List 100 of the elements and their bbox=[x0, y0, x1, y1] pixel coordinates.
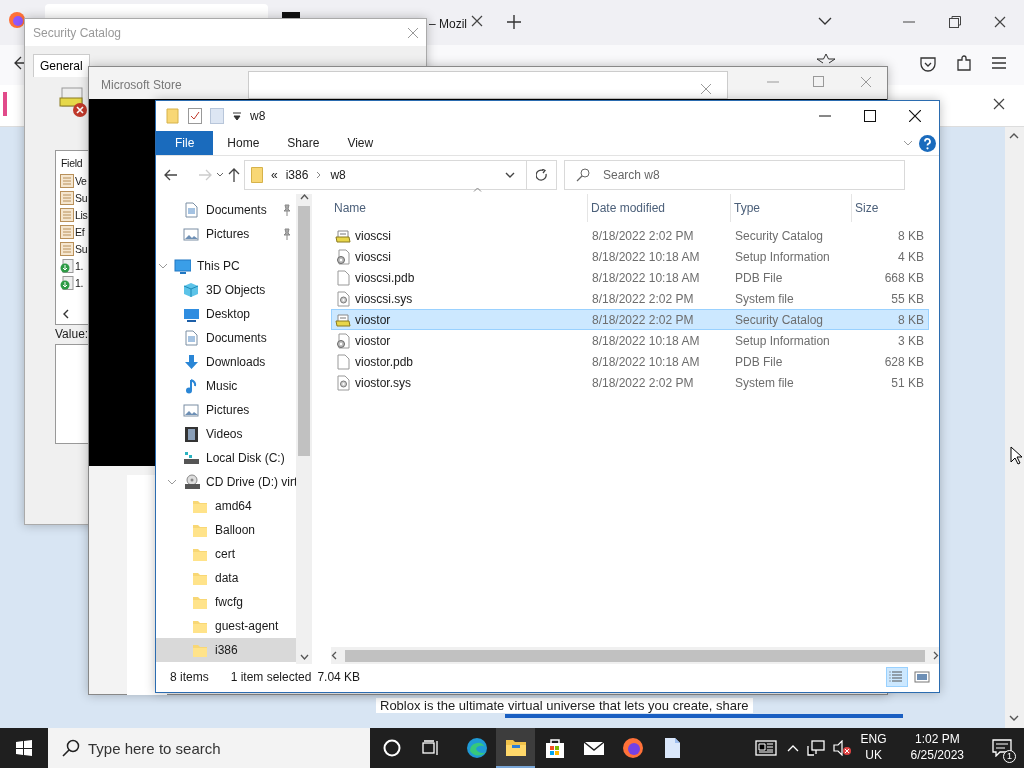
file-row[interactable]: vioscsi.pdb 8/18/2022 10:18 AM PDB File 668 KB bbox=[331, 267, 929, 288]
notification-button[interactable]: 1 bbox=[980, 728, 1024, 768]
tab-title[interactable]: – Mozil bbox=[429, 15, 467, 33]
menu-icon[interactable] bbox=[992, 57, 1006, 69]
field-name: Ef bbox=[75, 225, 85, 240]
scrollbar[interactable] bbox=[296, 194, 312, 664]
up-arrow-icon[interactable] bbox=[228, 168, 240, 182]
bookmark-star-icon[interactable] bbox=[817, 54, 835, 66]
new-tab-icon[interactable] bbox=[507, 15, 521, 29]
nav-item[interactable]: Documents bbox=[156, 198, 296, 222]
tab[interactable]: General bbox=[33, 54, 90, 77]
date-modified: 8/18/2022 2:02 PM bbox=[591, 290, 695, 308]
close-icon[interactable] bbox=[993, 98, 1005, 110]
tab-list-chevron-icon[interactable] bbox=[818, 16, 832, 26]
breadcrumb-overflow[interactable]: « bbox=[271, 166, 278, 184]
search-field[interactable]: Search w8 bbox=[564, 160, 905, 190]
close-icon[interactable] bbox=[994, 16, 1006, 28]
dropdown-chevron-icon[interactable] bbox=[505, 172, 515, 178]
news-icon[interactable] bbox=[754, 740, 777, 756]
breadcrumb-item[interactable]: i386 bbox=[285, 166, 309, 184]
close-icon[interactable] bbox=[909, 110, 921, 122]
scroll-up-icon[interactable] bbox=[1009, 133, 1019, 139]
nav-item[interactable]: Balloon bbox=[156, 518, 296, 542]
nav-item[interactable]: Pictures bbox=[156, 398, 296, 422]
back-icon[interactable] bbox=[164, 169, 178, 181]
folder-icon bbox=[192, 546, 209, 562]
language-indicator[interactable]: ENG UK bbox=[860, 732, 887, 764]
column-header[interactable]: Size bbox=[852, 194, 926, 222]
file-type: System file bbox=[734, 290, 795, 308]
scroll-down-icon[interactable] bbox=[1009, 715, 1019, 721]
nav-item[interactable]: 3D Objects bbox=[156, 278, 296, 302]
disc-drive-icon bbox=[183, 474, 200, 490]
close-icon[interactable] bbox=[471, 15, 483, 27]
monitor-icon bbox=[183, 306, 200, 322]
scroll-thumb[interactable] bbox=[345, 649, 925, 662]
details-view-button[interactable] bbox=[886, 666, 908, 687]
nav-item[interactable]: Downloads bbox=[156, 350, 296, 374]
file-row[interactable]: viostor 8/18/2022 2:02 PM Security Catalog 8 KB bbox=[331, 309, 929, 330]
column-header[interactable]: Type bbox=[731, 194, 852, 222]
refresh-icon[interactable] bbox=[535, 168, 548, 182]
taskbar-app[interactable] bbox=[496, 728, 535, 768]
value-field[interactable] bbox=[55, 344, 88, 444]
nav-item[interactable]: Pictures bbox=[156, 222, 296, 246]
date-modified: 8/18/2022 10:18 AM bbox=[591, 248, 701, 266]
nav-item[interactable]: Videos bbox=[156, 422, 296, 446]
scrollbar[interactable] bbox=[331, 647, 939, 664]
file-row[interactable]: viostor 8/18/2022 10:18 AM Setup Information 3 KB bbox=[331, 330, 929, 351]
scroll-left-icon[interactable] bbox=[331, 651, 337, 660]
nav-item[interactable]: Music bbox=[156, 374, 296, 398]
search-icon bbox=[576, 168, 590, 182]
scroll-right-icon[interactable] bbox=[933, 651, 939, 660]
gear-document-icon bbox=[335, 290, 351, 307]
nav-item[interactable]: Local Disk (C:) bbox=[156, 446, 296, 470]
collapse-chevron-icon[interactable] bbox=[167, 477, 177, 487]
nav-item[interactable]: i386 bbox=[156, 638, 296, 662]
file-row[interactable]: viostor.sys 8/18/2022 2:02 PM System file 51 KB bbox=[331, 372, 929, 393]
search-field[interactable]: Type here to search bbox=[48, 728, 370, 768]
collapse-chevron-icon[interactable] bbox=[158, 261, 168, 271]
accent-icon bbox=[3, 92, 7, 116]
clock[interactable]: 1:02 PM 6/25/2023 bbox=[910, 732, 964, 764]
scroll-down-icon[interactable] bbox=[299, 654, 309, 660]
pocket-icon[interactable] bbox=[920, 56, 936, 72]
nav-item[interactable]: guest-agent bbox=[156, 614, 296, 638]
browser-icon bbox=[465, 737, 488, 759]
nav-item[interactable]: Desktop bbox=[156, 302, 296, 326]
help-icon[interactable] bbox=[919, 134, 936, 152]
scrollbar[interactable] bbox=[1005, 127, 1024, 728]
cube-icon bbox=[183, 282, 200, 298]
recent-chevron-icon[interactable] bbox=[216, 172, 224, 178]
column-header[interactable]: Name bbox=[331, 194, 588, 222]
column-header[interactable]: Date modified bbox=[588, 194, 731, 222]
field-name: 1. bbox=[75, 259, 84, 274]
chevron-up-icon[interactable] bbox=[786, 744, 799, 752]
nav-item[interactable]: fwcfg bbox=[156, 590, 296, 614]
maximize-icon[interactable] bbox=[864, 110, 876, 122]
file-name: vioscsi bbox=[355, 227, 391, 245]
nav-item[interactable]: cert bbox=[156, 542, 296, 566]
nav-item[interactable]: data bbox=[156, 566, 296, 590]
menu-tab[interactable]: File bbox=[156, 131, 214, 155]
file-row[interactable]: vioscsi 8/18/2022 10:18 AM Setup Information 4 KB bbox=[331, 246, 929, 267]
network-icon[interactable] bbox=[806, 740, 825, 756]
download-arrow-icon bbox=[183, 354, 200, 370]
scroll-thumb[interactable] bbox=[298, 206, 310, 456]
nav-item[interactable]: Documents bbox=[156, 326, 296, 350]
customize-arrow-icon[interactable] bbox=[232, 111, 242, 121]
properties-icon[interactable] bbox=[188, 108, 202, 124]
file-row[interactable]: viostor.pdb 8/18/2022 10:18 AM PDB File 628 KB bbox=[331, 351, 929, 372]
file-row[interactable]: vioscsi.sys 8/18/2022 2:02 PM System file 55 KB bbox=[331, 288, 929, 309]
address-bar[interactable]: « i386 w8 bbox=[244, 160, 557, 190]
restore-icon[interactable] bbox=[949, 16, 961, 28]
file-size: 668 KB bbox=[883, 269, 925, 287]
nav-item[interactable]: This PC bbox=[156, 254, 296, 278]
scroll-up-icon[interactable] bbox=[299, 194, 309, 200]
field-name: Su bbox=[75, 242, 88, 257]
file-row[interactable]: vioscsi 8/18/2022 2:02 PM Security Catalog 8 KB bbox=[331, 225, 929, 246]
nav-item[interactable]: amd64 bbox=[156, 494, 296, 518]
expand-ribbon-chevron-icon[interactable] bbox=[903, 140, 913, 146]
breadcrumb-item[interactable]: w8 bbox=[330, 166, 346, 184]
scroll-left-icon[interactable] bbox=[62, 309, 70, 319]
muted-speaker-icon[interactable] bbox=[832, 740, 851, 756]
